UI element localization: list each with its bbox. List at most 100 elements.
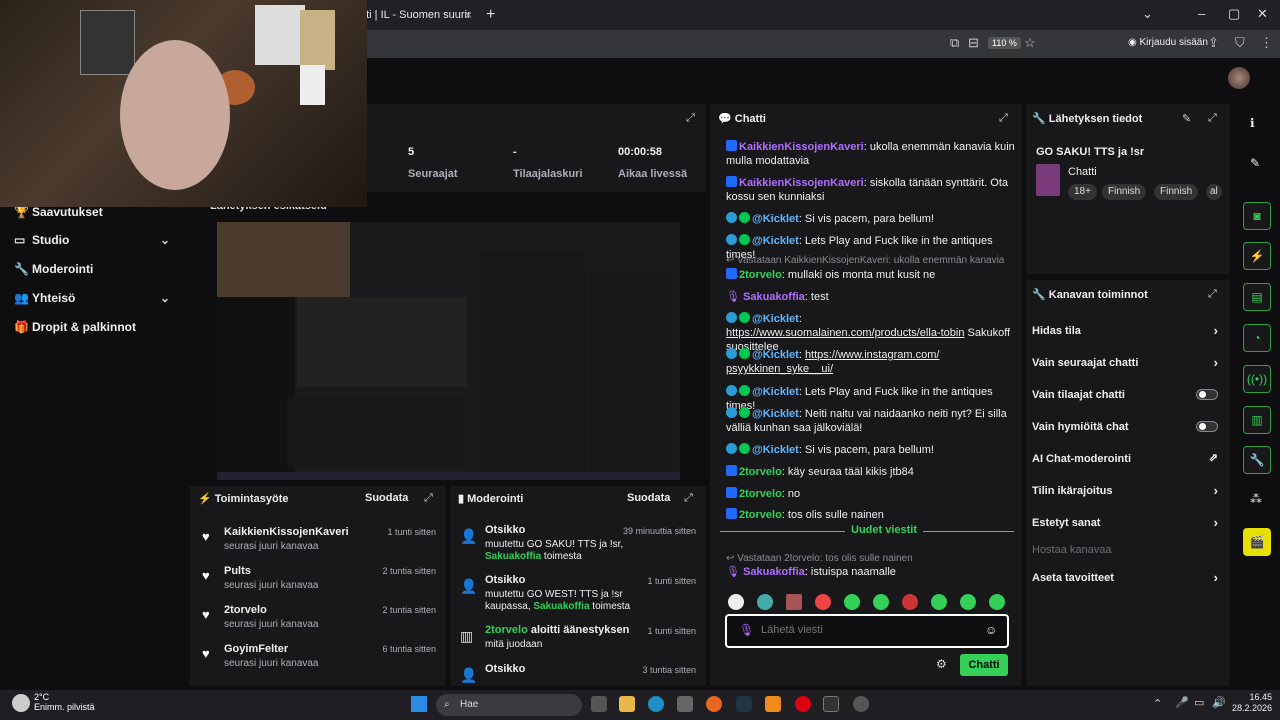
edit-icon[interactable]: ✎: [1250, 156, 1260, 170]
file-explorer-icon[interactable]: [619, 696, 635, 712]
chat-username[interactable]: KaikkienKissojenKaveri: [739, 177, 864, 189]
tab-close-icon[interactable]: ×: [465, 4, 472, 26]
menu-icon[interactable]: ⋮: [1260, 35, 1273, 51]
action-age-restriction[interactable]: Tilin ikärajoitus ›: [1032, 481, 1222, 501]
chat-username[interactable]: 2torvelo: [739, 269, 782, 281]
bolt-icon[interactable]: ⚡: [1243, 242, 1271, 270]
emote-icon[interactable]: [815, 594, 831, 610]
sidebar-item-drops[interactable]: 🎁 Dropit & palkinnot: [14, 317, 136, 337]
document-icon[interactable]: ▤: [1243, 283, 1271, 311]
screenshot-icon[interactable]: ⧉: [950, 35, 959, 51]
bookmark-star-icon[interactable]: ☆: [1024, 35, 1036, 51]
expand-icon[interactable]: ⤢: [686, 112, 695, 125]
weather-icon[interactable]: [12, 694, 30, 712]
mic-icon[interactable]: 🎙: [739, 623, 754, 637]
emote-icon[interactable]: [757, 594, 773, 610]
chat-username[interactable]: @Kicklet: [752, 408, 799, 420]
send-chat-button[interactable]: Chatti: [960, 654, 1008, 676]
chevron-up-icon[interactable]: ⌃: [1153, 697, 1162, 710]
browser-tab[interactable]: hti | IL - Suomen suurin uu: [360, 4, 470, 26]
signin-button[interactable]: ◉ Kirjaudu sisään: [1128, 37, 1208, 48]
gear-icon[interactable]: ⚙: [936, 657, 947, 671]
emote-icon[interactable]: [902, 594, 918, 610]
category-thumbnail[interactable]: [1036, 164, 1060, 196]
moderation-filter-button[interactable]: Suodata: [627, 492, 670, 504]
sidebar-item-moderation[interactable]: 🔧 Moderointi: [14, 259, 93, 279]
tag-badge[interactable]: al: [1206, 184, 1222, 200]
expand-icon[interactable]: ⤢: [684, 492, 693, 505]
chat-bubble-icon[interactable]: ◔: [1243, 324, 1271, 352]
chat-username[interactable]: 2torvelo: [739, 466, 782, 478]
steam-icon[interactable]: [736, 696, 752, 712]
chat-link[interactable]: https://www.suomalainen.com/products/ell…: [726, 327, 964, 339]
chat-username[interactable]: @Kicklet: [752, 213, 799, 225]
activity-filter-button[interactable]: Suodata: [365, 492, 408, 504]
sidebar-item-community[interactable]: 👥 Yhteisö ⌄: [14, 288, 170, 308]
action-set-goals[interactable]: Aseta tavoitteet ›: [1032, 568, 1222, 588]
edge-icon[interactable]: [648, 696, 664, 712]
task-view-icon[interactable]: [591, 696, 607, 712]
mod-user[interactable]: 2torvelo: [485, 624, 528, 636]
chat-username[interactable]: @Kicklet: [752, 313, 799, 325]
follower-name[interactable]: GoyimFelter: [224, 643, 288, 655]
follower-name[interactable]: 2torvelo: [224, 604, 267, 616]
clapper-icon[interactable]: 🎬: [1243, 528, 1271, 556]
expand-icon[interactable]: ⤢: [1208, 112, 1217, 125]
chat-username[interactable]: @Kicklet: [752, 235, 799, 247]
action-slow-mode[interactable]: Hidas tila ›: [1032, 321, 1222, 341]
firefox-icon[interactable]: [706, 696, 722, 712]
subs-only-toggle[interactable]: [1196, 389, 1218, 400]
store-icon[interactable]: [677, 696, 693, 712]
minimize-icon[interactable]: –: [1198, 6, 1205, 21]
info-icon[interactable]: ℹ: [1250, 116, 1255, 130]
tag-badge[interactable]: 18+: [1068, 184, 1097, 200]
emote-icon[interactable]: [728, 594, 744, 610]
maximize-icon[interactable]: ▢: [1228, 6, 1240, 22]
taskbar-clock[interactable]: 16.45 28.2.2026: [1232, 692, 1272, 714]
windows-start-icon[interactable]: [411, 696, 427, 712]
expand-icon[interactable]: ⤢: [999, 112, 1008, 125]
zoom-level[interactable]: 110 %: [988, 37, 1021, 49]
weather-widget[interactable]: 2°C Enimm. pilvistä: [34, 692, 95, 712]
network-icon[interactable]: ▭: [1194, 696, 1204, 709]
chat-username[interactable]: @Kicklet: [752, 444, 799, 456]
save-icon[interactable]: ⊟: [968, 35, 979, 51]
microphone-icon[interactable]: 🎤: [1175, 696, 1189, 709]
follower-name[interactable]: Pults: [224, 565, 251, 577]
chat-username[interactable]: @Kicklet: [752, 386, 799, 398]
emote-icon[interactable]: [844, 594, 860, 610]
layout-icon[interactable]: ▥: [1243, 406, 1271, 434]
terminal-icon[interactable]: [823, 696, 839, 712]
camera-icon[interactable]: ◙: [1243, 202, 1271, 230]
action-ai-moderation[interactable]: AI Chat-moderointi ⇗: [1032, 449, 1222, 469]
chevron-down-icon[interactable]: ⌄: [160, 291, 170, 305]
emote-icon[interactable]: [960, 594, 976, 610]
tag-badge[interactable]: Finnish: [1102, 184, 1147, 200]
new-messages-divider[interactable]: Uudet viestit: [720, 524, 1014, 543]
emote-only-toggle[interactable]: [1196, 421, 1218, 432]
emote-icon[interactable]: [931, 594, 947, 610]
broadcast-icon[interactable]: ((•)): [1243, 365, 1271, 393]
volume-icon[interactable]: 🔊: [1212, 696, 1226, 709]
new-tab-button[interactable]: +: [486, 4, 495, 26]
avatar[interactable]: [1228, 67, 1250, 89]
chat-username[interactable]: Sakuakoffia: [743, 291, 805, 303]
chat-username[interactable]: Sakuakoffia: [743, 566, 805, 578]
edit-icon[interactable]: ✎: [1182, 112, 1191, 125]
obs-icon[interactable]: [853, 696, 869, 712]
new-messages-label[interactable]: Uudet viestit: [845, 524, 924, 536]
chat-username[interactable]: 2torvelo: [739, 488, 782, 500]
stream-preview-video[interactable]: [217, 222, 680, 480]
window-close-icon[interactable]: ✕: [1257, 6, 1268, 22]
sidebar-item-studio[interactable]: ▭ Studio ⌄: [14, 230, 170, 250]
opera-icon[interactable]: [795, 696, 811, 712]
chat-input-box[interactable]: 🎙 ☺: [725, 614, 1009, 648]
chat-username[interactable]: @Kicklet: [752, 349, 799, 361]
emote-icon[interactable]: [873, 594, 889, 610]
action-followers-only[interactable]: Vain seuraajat chatti ›: [1032, 353, 1222, 373]
tab-list-icon[interactable]: ⌄: [1142, 6, 1153, 22]
chat-username[interactable]: 2torvelo: [739, 509, 782, 521]
emoji-icon[interactable]: ☺: [985, 623, 997, 637]
chevron-down-icon[interactable]: ⌄: [160, 233, 170, 247]
emote-icon[interactable]: [786, 594, 802, 610]
